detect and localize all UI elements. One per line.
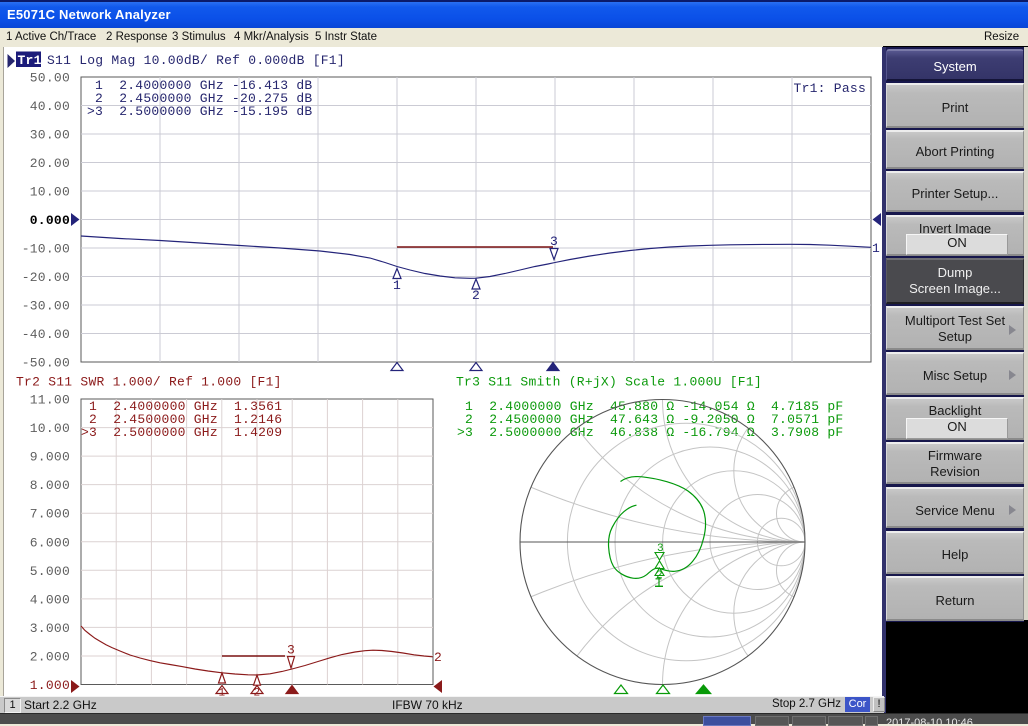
svg-text:6.000: 6.000 [30, 535, 70, 550]
svg-text:1: 1 [219, 688, 226, 697]
svg-text:3: 3 [550, 234, 558, 249]
svg-text:10.00: 10.00 [30, 421, 70, 436]
svg-text:-50.00: -50.00 [22, 356, 70, 371]
svg-text:4.000: 4.000 [30, 592, 70, 607]
svg-text:30.00: 30.00 [30, 128, 70, 143]
svg-text:Tr1: Pass: Tr1: Pass [794, 81, 866, 96]
svg-text:>3 2.5000000 GHz -15.195 dB: >3 2.5000000 GHz -15.195 dB [87, 104, 312, 119]
svg-text:11.00: 11.00 [30, 393, 70, 408]
svg-text:>3 2.5000000 GHz 1.4209: >3 2.5000000 GHz 1.4209 [81, 425, 282, 440]
svg-text:50.00: 50.00 [30, 71, 70, 86]
svg-text:10.00: 10.00 [30, 185, 70, 200]
svg-text:Tr1: Tr1 [18, 53, 42, 68]
svg-text:Tr2 S11 SWR 1.000/ Ref 1.000 [: Tr2 S11 SWR 1.000/ Ref 1.000 [F1] [16, 375, 282, 390]
svg-text:0.000: 0.000 [30, 213, 70, 228]
svg-text:3.000: 3.000 [30, 621, 70, 636]
svg-text:-30.00: -30.00 [22, 299, 70, 314]
svg-text:1.000: 1.000 [30, 678, 70, 693]
svg-text:>3 2.5000000 GHz 46.838 Ω -1: >3 2.5000000 GHz 46.838 Ω -16.794 Ω 3.79… [457, 425, 843, 440]
svg-text:-20.00: -20.00 [22, 270, 70, 285]
svg-text:3: 3 [287, 643, 295, 658]
svg-text:20.00: 20.00 [30, 156, 70, 171]
svg-text:1: 1 [872, 241, 880, 256]
svg-text:5.000: 5.000 [30, 564, 70, 579]
svg-text:2: 2 [472, 288, 480, 303]
svg-text:1: 1 [393, 278, 401, 293]
svg-text:40.00: 40.00 [30, 99, 70, 114]
svg-text:2: 2 [254, 688, 261, 697]
svg-text:-10.00: -10.00 [22, 242, 70, 257]
svg-text:Tr3 S11 Smith (R+jX) Scale 1.0: Tr3 S11 Smith (R+jX) Scale 1.000U [F1] [456, 375, 762, 390]
svg-text:-40.00: -40.00 [22, 327, 70, 342]
svg-text:7.000: 7.000 [30, 507, 70, 522]
svg-text:9.000: 9.000 [30, 450, 70, 465]
svg-text:2: 2 [434, 650, 442, 665]
svg-text:8.000: 8.000 [30, 478, 70, 493]
svg-text:S11 Log Mag 10.00dB/ Ref 0.000: S11 Log Mag 10.00dB/ Ref 0.000dB [F1] [47, 53, 345, 68]
svg-text:2.000: 2.000 [30, 649, 70, 664]
